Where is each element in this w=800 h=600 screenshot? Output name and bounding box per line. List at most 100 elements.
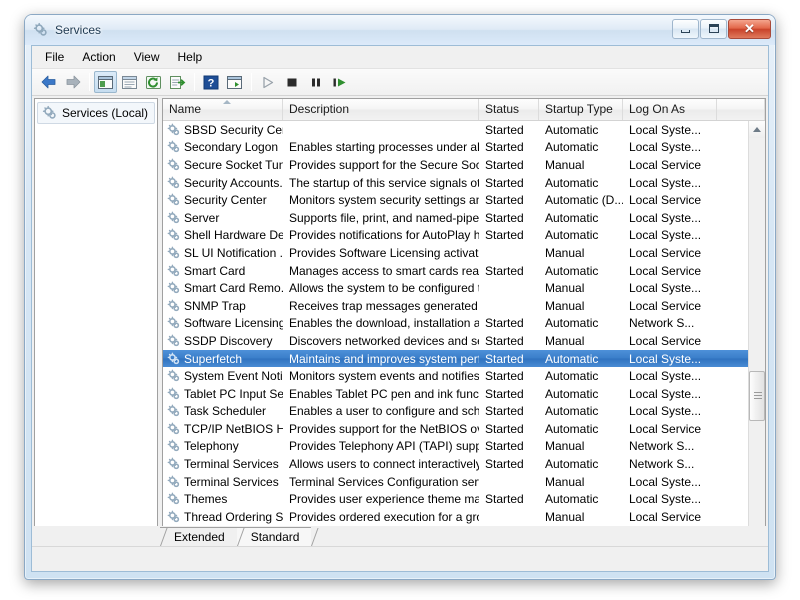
table-row[interactable]: SL UI Notification ... Provides Software …: [163, 244, 765, 262]
tab-extended[interactable]: Extended: [160, 527, 237, 546]
menu-action[interactable]: Action: [73, 47, 124, 68]
cell-startup: Automatic: [545, 404, 599, 419]
table-row[interactable]: Security Accounts... The startup of this …: [163, 174, 765, 192]
cell-description: Monitors system events and notifies s...: [289, 369, 479, 384]
cell-startup: Automatic: [545, 122, 599, 137]
cell-logon: Local Service: [629, 298, 702, 313]
table-row[interactable]: Terminal Services ... Terminal Services C…: [163, 473, 765, 491]
cell-description: Provides Telephony API (TAPI) suppo...: [289, 439, 479, 454]
table-row[interactable]: Secondary Logon Enables starting processe…: [163, 139, 765, 157]
back-button[interactable]: [37, 71, 60, 93]
table-row[interactable]: Shell Hardware De... Provides notificatio…: [163, 227, 765, 245]
table-row[interactable]: Smart Card Remo... Allows the system to b…: [163, 279, 765, 297]
cell-description: Provides support for the NetBIOS ove...: [289, 421, 479, 436]
table-row[interactable]: Smart Card Manages access to smart cards …: [163, 262, 765, 280]
maximize-button[interactable]: [700, 18, 727, 39]
maximize-icon: [708, 24, 719, 33]
table-row[interactable]: Superfetch Maintains and improves system …: [163, 349, 765, 368]
service-name-label: Secondary Logon: [184, 140, 279, 155]
forward-button[interactable]: [61, 71, 84, 93]
show-hide-console-tree-button[interactable]: [94, 71, 117, 93]
service-name-label: Themes: [184, 492, 228, 507]
service-gear-icon: [167, 510, 180, 523]
table-row[interactable]: Server Supports file, print, and named-pi…: [163, 209, 765, 227]
arrow-right-icon: [66, 75, 80, 89]
column-header-status[interactable]: Status: [479, 99, 539, 120]
scroll-up-button[interactable]: [749, 121, 765, 138]
stop-service-button[interactable]: [280, 71, 303, 93]
service-name-label: Shell Hardware De...: [184, 228, 283, 243]
tree-node-services-local[interactable]: Services (Local): [37, 102, 155, 124]
table-row[interactable]: Themes Provides user experience theme man…: [163, 490, 765, 508]
show-hide-action-pane-button[interactable]: [223, 71, 246, 93]
cell-logon: Local Syste...: [629, 210, 702, 225]
cell-startup: Automatic: [545, 175, 599, 190]
table-row[interactable]: Telephony Provides Telephony API (TAPI) s…: [163, 438, 765, 456]
menu-view[interactable]: View: [125, 47, 169, 68]
table-row[interactable]: SBSD Security Cen... Started Automatic Loca…: [163, 121, 765, 139]
tab-standard[interactable]: Standard: [236, 527, 312, 546]
desktop-backdrop: Services ✕ File Action View Help ? Servi…: [0, 0, 800, 600]
table-row[interactable]: SNMP Trap Receives trap messages generate…: [163, 297, 765, 315]
cell-logon: Local Syste...: [629, 492, 702, 507]
cell-startup: Automatic: [545, 421, 599, 436]
cell-logon: Local Service: [629, 157, 702, 172]
cell-description: Receives trap messages generated by ...: [289, 298, 479, 313]
services-gear-icon: [33, 22, 47, 36]
cell-startup: Manual: [545, 298, 585, 313]
title-bar[interactable]: Services ✕: [25, 15, 775, 45]
service-gear-icon: [167, 492, 181, 506]
cell-startup: Automatic: [545, 228, 599, 243]
export-list-button[interactable]: [166, 71, 189, 93]
service-name-label: Thread Ordering S...: [184, 509, 283, 524]
cell-name: Telephony: [163, 439, 283, 453]
table-row[interactable]: Tablet PC Input Se... Enables Tablet PC p…: [163, 385, 765, 403]
table-row[interactable]: Security Center Monitors system security …: [163, 191, 765, 209]
column-header-label: Status: [485, 102, 520, 116]
cell-logon: Local Service: [629, 421, 702, 436]
cell-status: Started: [485, 457, 524, 472]
tree-node-label: Services (Local): [62, 106, 149, 120]
table-row[interactable]: Software Licensing Enables the download, …: [163, 315, 765, 333]
table-row[interactable]: System Event Noti... Monitors system even…: [163, 367, 765, 385]
services-list-body[interactable]: SBSD Security Cen... Started Automatic Loca…: [163, 121, 765, 543]
refresh-button[interactable]: [142, 71, 165, 93]
table-row[interactable]: Secure Socket Tun... Provides support for…: [163, 156, 765, 174]
cell-startup: Manual: [545, 509, 585, 524]
restart-service-button[interactable]: [328, 71, 351, 93]
column-header-description[interactable]: Description: [283, 99, 479, 120]
vertical-scrollbar[interactable]: [748, 121, 765, 543]
table-row[interactable]: Terminal Services Allows users to connect…: [163, 455, 765, 473]
cell-name: Smart Card Remo...: [163, 281, 283, 295]
table-row[interactable]: Task Scheduler Enables a user to configur…: [163, 403, 765, 421]
column-header-name[interactable]: Name: [163, 99, 283, 120]
minimize-button[interactable]: [672, 18, 699, 39]
cell-logon: Local Syste...: [629, 175, 702, 190]
cell-status: Started: [485, 140, 524, 155]
column-header-startup[interactable]: Startup Type: [539, 99, 623, 120]
properties-icon: [122, 75, 137, 89]
cell-status: Started: [485, 175, 524, 190]
cell-name: SSDP Discovery: [163, 334, 283, 348]
table-row[interactable]: Thread Ordering S... Provides ordered exe…: [163, 508, 765, 526]
properties-button[interactable]: [118, 71, 141, 93]
table-row[interactable]: TCP/IP NetBIOS H... Provides support for …: [163, 420, 765, 438]
cell-status: Started: [485, 351, 524, 366]
scrollbar-grip-icon: [754, 392, 762, 401]
cell-startup: Automatic: [545, 386, 599, 401]
pause-service-button[interactable]: [304, 71, 327, 93]
cell-logon: Local Syste...: [629, 281, 702, 296]
menu-file[interactable]: File: [36, 47, 73, 68]
cell-logon: Local Syste...: [629, 122, 702, 137]
help-button[interactable]: ?: [199, 71, 222, 93]
table-row[interactable]: SSDP Discovery Discovers networked device…: [163, 332, 765, 350]
column-header-logon[interactable]: Log On As: [623, 99, 717, 120]
start-service-button[interactable]: [256, 71, 279, 93]
scrollbar-thumb[interactable]: [749, 371, 765, 421]
console-tree-pane: Services (Local): [34, 98, 158, 544]
service-gear-icon: [167, 387, 180, 399]
play-icon: [262, 76, 273, 88]
service-gear-icon: [167, 264, 180, 276]
close-button[interactable]: ✕: [728, 18, 771, 39]
menu-help[interactable]: Help: [169, 47, 212, 68]
